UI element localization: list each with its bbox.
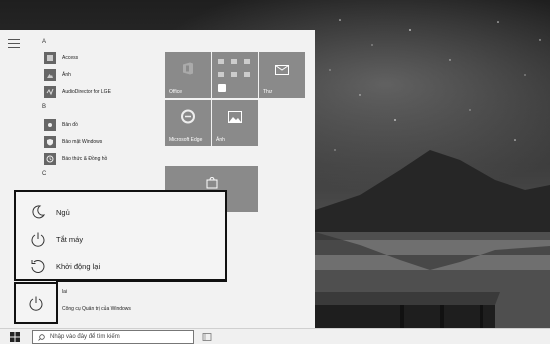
tile-label: Office — [169, 89, 182, 95]
app-label: Ảnh — [62, 72, 71, 78]
clock-icon — [44, 153, 56, 165]
tile-microsoft-edge[interactable]: Microsoft Edge — [165, 100, 211, 146]
sleep-label: Ngủ — [56, 207, 70, 217]
windows-start-icon[interactable] — [10, 332, 20, 342]
audio-icon — [44, 86, 56, 98]
tile-office[interactable]: Office — [165, 52, 211, 98]
app-label: Báo thức & Đồng hồ — [62, 156, 108, 162]
search-placeholder: Nhập vào đây để tìm kiếm — [50, 334, 120, 340]
app-folder-icon — [218, 59, 250, 92]
app-item-access[interactable]: Access — [44, 51, 78, 65]
app-label: Access — [62, 55, 79, 61]
tile-thu[interactable]: Thư — [259, 52, 305, 98]
app-label: Bản đồ — [62, 122, 78, 128]
task-view-icon[interactable] — [202, 332, 212, 342]
restart-icon — [31, 260, 45, 273]
tile-label: Thư — [263, 89, 273, 95]
app-label: Bảo mật Windows — [62, 139, 103, 145]
app-item-ban-do[interactable]: Bản đồ — [44, 118, 78, 132]
app-label: AudioDirector for LGE — [62, 89, 111, 95]
section-letter-b[interactable]: B — [42, 104, 46, 110]
app-item-windows-admin-tools[interactable]: Công cụ Quản trị của Windows — [62, 306, 131, 312]
access-icon — [44, 52, 56, 64]
taskbar-search-box[interactable]: Nhập vào đây để tìm kiếm — [32, 330, 194, 344]
power-button[interactable] — [14, 282, 58, 324]
highlight-outline — [56, 280, 227, 282]
moon-icon — [32, 205, 46, 219]
tile-label: Microsoft Edge — [169, 137, 203, 143]
mail-icon — [275, 62, 289, 80]
hamburger-menu-icon[interactable] — [8, 39, 20, 49]
section-letter-c[interactable]: C — [42, 171, 46, 177]
maps-icon — [44, 119, 56, 131]
app-item-anh[interactable]: Ảnh — [44, 68, 71, 82]
restart-label: Khởi động lại — [56, 261, 101, 271]
office-icon — [181, 62, 195, 81]
power-icon — [31, 232, 45, 247]
tile-anh[interactable]: Ảnh — [212, 100, 258, 146]
app-item-audiodirector[interactable]: AudioDirector for LGE — [44, 85, 111, 99]
power-icon — [29, 296, 43, 311]
app-item-bao-mat-windows[interactable]: Bảo mật Windows — [44, 135, 102, 149]
taskbar: Nhập vào đây để tìm kiếm — [0, 328, 550, 344]
restart-option[interactable]: Khởi động lại — [16, 252, 225, 280]
photos-icon — [44, 69, 56, 81]
tile-label: Ảnh — [216, 137, 225, 143]
photos-icon — [228, 110, 242, 128]
power-options-flyout: Ngủ Tắt máy Khởi động lại — [14, 190, 227, 281]
shutdown-option[interactable]: Tắt máy — [16, 225, 225, 253]
shield-icon — [44, 136, 56, 148]
section-letter-a[interactable]: A — [42, 39, 46, 45]
search-icon — [38, 333, 45, 341]
shutdown-label: Tắt máy — [56, 234, 84, 244]
edge-icon — [181, 109, 195, 129]
sleep-option[interactable]: Ngủ — [16, 198, 225, 226]
app-item-partial[interactable]: lai — [62, 289, 67, 295]
tile-app-folder[interactable] — [212, 52, 258, 98]
app-item-bao-thuc[interactable]: Báo thức & Đồng hồ — [44, 152, 107, 166]
